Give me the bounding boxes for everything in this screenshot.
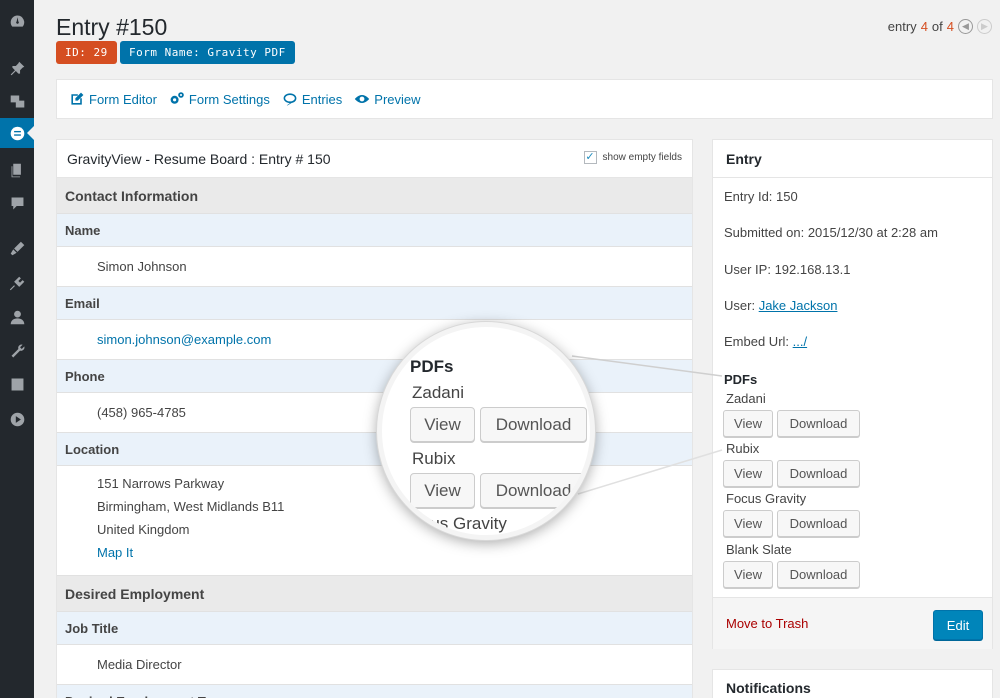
dashboard-icon[interactable] bbox=[0, 6, 34, 36]
show-empty-fields-label: show empty fields bbox=[602, 152, 682, 163]
name-text: Simon Johnson bbox=[97, 259, 187, 274]
pdf-view-button[interactable]: View bbox=[723, 510, 773, 537]
map-it-link[interactable]: Map It bbox=[97, 541, 652, 564]
settings-icon[interactable] bbox=[0, 369, 34, 399]
gravityview-icon[interactable] bbox=[0, 404, 34, 434]
pdf-name: Zadani bbox=[726, 391, 766, 406]
comments-icon[interactable] bbox=[0, 188, 34, 218]
user-ip-text: User IP: 192.168.13.1 bbox=[724, 262, 851, 277]
entry-actions: Move to Trash Edit bbox=[713, 597, 992, 649]
entry-pagination: entry 4 of 4 ◀ ▶ bbox=[888, 19, 992, 34]
next-entry-icon[interactable]: ▶ bbox=[977, 19, 992, 34]
entry-info-title: Entry bbox=[713, 140, 992, 178]
entry-id-text: Entry Id: 150 bbox=[724, 189, 798, 204]
entries-link[interactable]: Entries bbox=[282, 91, 342, 107]
entry-nav-current: 4 bbox=[920, 19, 928, 34]
entry-detail-title: GravityView - Resume Board : Entry # 150 bbox=[67, 150, 331, 167]
form-settings-link[interactable]: Form Settings bbox=[169, 91, 270, 107]
pdf-name: Blank Slate bbox=[726, 542, 792, 557]
name-value: Simon Johnson bbox=[57, 247, 692, 287]
location-label: Location bbox=[57, 433, 692, 466]
phone-label: Phone bbox=[57, 360, 692, 393]
pdf-view-button[interactable]: View bbox=[723, 460, 773, 487]
pdf-view-button[interactable]: View bbox=[723, 410, 773, 437]
move-to-trash-link[interactable]: Move to Trash bbox=[726, 616, 808, 631]
pdf-name: Focus Gravity bbox=[726, 491, 807, 506]
forms-icon[interactable] bbox=[0, 118, 34, 148]
entries-label: Entries bbox=[301, 91, 343, 107]
entry-nav-of: of bbox=[931, 19, 943, 34]
pdf-name: Rubix bbox=[726, 441, 760, 456]
magnifier-view-button: View bbox=[410, 407, 475, 442]
pdfs-heading: PDFs bbox=[724, 372, 758, 387]
preview-link[interactable]: Preview bbox=[354, 91, 421, 107]
user-line: User: Jake Jackson bbox=[724, 298, 837, 313]
admin-sidebar bbox=[0, 0, 34, 698]
entry-nav-prefix: entry bbox=[887, 19, 917, 34]
user-prefix: User: bbox=[724, 298, 756, 313]
name-label: Name bbox=[57, 214, 692, 247]
previous-entry-icon[interactable]: ◀ bbox=[958, 19, 973, 34]
magnifier-pdf-name: Rubix bbox=[412, 449, 456, 468]
magnifier-pdf-name: Zadani bbox=[412, 383, 464, 402]
appearance-icon[interactable] bbox=[0, 233, 34, 263]
location-value: 151 Narrows Parkway Birmingham, West Mid… bbox=[57, 466, 692, 576]
entry-nav-total: 4 bbox=[946, 19, 954, 34]
job-title-text: Media Director bbox=[97, 657, 182, 672]
embed-url-line: Embed Url: .../ bbox=[724, 334, 807, 349]
pdf-download-button[interactable]: Download bbox=[777, 561, 860, 588]
preview-label: Preview bbox=[374, 91, 421, 107]
form-toolbar: Form Editor Form Settings Entries Previe… bbox=[56, 79, 993, 119]
phone-value: (458) 965-4785 bbox=[57, 393, 692, 433]
pdf-download-button[interactable]: Download bbox=[777, 510, 860, 537]
pdf-magnifier-callout: PDFs Zadani View Download Rubix View Dow… bbox=[377, 322, 595, 540]
magnifier-download-button: Download bbox=[480, 407, 587, 442]
users-icon[interactable] bbox=[0, 302, 34, 332]
job-title-label: Job Title bbox=[57, 612, 692, 645]
speech-bubble-icon bbox=[283, 93, 297, 106]
show-empty-fields-checkbox[interactable]: ✓ bbox=[583, 151, 597, 164]
contact-section-header: Contact Information bbox=[57, 178, 692, 214]
email-label: Email bbox=[57, 287, 692, 320]
employment-section-header: Desired Employment bbox=[57, 576, 692, 612]
form-editor-label: Form Editor bbox=[89, 91, 157, 107]
pdf-download-button[interactable]: Download bbox=[777, 410, 860, 437]
pdf-view-button[interactable]: View bbox=[723, 561, 773, 588]
entry-detail-header: GravityView - Resume Board : Entry # 150… bbox=[57, 140, 692, 178]
entry-detail-panel: GravityView - Resume Board : Entry # 150… bbox=[56, 139, 693, 698]
submitted-text: Submitted on: 2015/12/30 at 2:28 am bbox=[724, 225, 938, 240]
show-empty-fields-toggle[interactable]: ✓ show empty fields bbox=[583, 151, 682, 164]
eye-icon bbox=[355, 95, 370, 103]
employment-type-label: Desired Employment Type bbox=[57, 685, 692, 698]
media-icon[interactable] bbox=[0, 86, 34, 116]
page-title: Entry #150 bbox=[56, 14, 168, 40]
notifications-panel-title: Notifications bbox=[712, 669, 993, 698]
tools-wrench-icon[interactable] bbox=[0, 336, 34, 366]
edit-button[interactable]: Edit bbox=[933, 610, 983, 640]
plugins-icon[interactable] bbox=[0, 268, 34, 298]
entry-id-badge: ID: 29 bbox=[56, 41, 117, 64]
magnifier-pdf-name: Focus Gravity bbox=[402, 514, 507, 533]
entry-info-panel: Entry Entry Id: 150 Submitted on: 2015/1… bbox=[712, 139, 993, 649]
form-name-badge: Form Name: Gravity PDF bbox=[120, 41, 295, 64]
edit-icon bbox=[71, 92, 84, 105]
posts-pin-icon[interactable] bbox=[0, 53, 34, 83]
form-settings-label: Form Settings bbox=[188, 91, 270, 107]
pdf-download-button[interactable]: Download bbox=[777, 460, 860, 487]
magnifier-view-button: View bbox=[410, 473, 475, 508]
embed-url-link[interactable]: .../ bbox=[793, 334, 807, 349]
magnifier-download-button: Download bbox=[480, 473, 587, 508]
embed-prefix: Embed Url: bbox=[724, 334, 790, 349]
job-title-value: Media Director bbox=[57, 645, 692, 685]
gears-icon bbox=[170, 92, 184, 104]
form-editor-link[interactable]: Form Editor bbox=[69, 91, 157, 107]
pages-icon[interactable] bbox=[0, 155, 34, 185]
user-link[interactable]: Jake Jackson bbox=[759, 298, 838, 313]
email-value: simon.johnson@example.com bbox=[57, 320, 692, 360]
magnifier-pdfs-heading: PDFs bbox=[410, 357, 454, 376]
